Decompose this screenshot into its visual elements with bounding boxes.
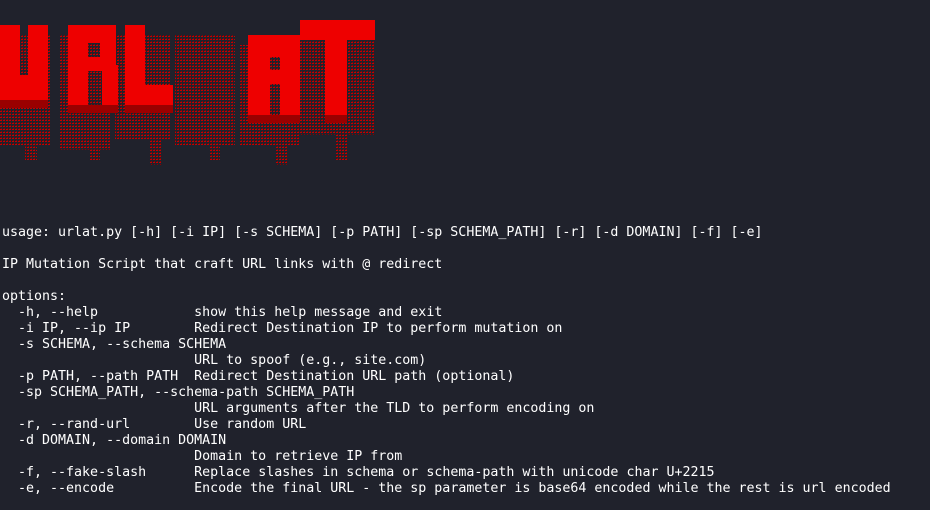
help-output: usage: urlat.py [-h] [-i IP] [-s SCHEMA]… (2, 225, 891, 497)
option-flags: -sp SCHEMA_PATH, --schema-path SCHEMA_PA… (2, 385, 355, 400)
option-flags: -i IP, --ip IP (2, 321, 131, 336)
options-header: options: (2, 289, 67, 304)
option-description: Replace slashes in schema or schema-path… (194, 465, 715, 480)
option-description: Redirect Destination IP to perform mutat… (194, 321, 563, 336)
option-description: Encode the final URL - the sp parameter … (194, 481, 891, 496)
option-ip: -i IP, --ip IP Redirect Destination IP t… (2, 321, 891, 337)
banner-letter-u (0, 75, 48, 100)
options-list: -h, --help show this help message and ex… (2, 305, 891, 497)
banner-shadow (0, 100, 48, 108)
banner-shadow (248, 115, 300, 123)
banner-shadow (125, 105, 173, 113)
option-flags: -f, --fake-slash (2, 465, 147, 480)
option-description: show this help message and exit (194, 305, 443, 320)
banner-drip (175, 35, 235, 145)
option-flags: -s SCHEMA, --schema SCHEMA (2, 337, 227, 352)
banner-drip (275, 125, 287, 165)
option-help: -h, --help show this help message and ex… (2, 305, 891, 321)
option-description: URL to spoof (e.g., site.com) (194, 353, 427, 368)
banner-drip (90, 125, 100, 160)
option-description: Domain to retrieve IP from (194, 449, 403, 464)
banner-letter-a (248, 70, 300, 84)
option-flags: -e, --encode (2, 481, 115, 496)
option-description: Use random URL (194, 417, 307, 432)
banner-shadow (325, 115, 347, 123)
usage-line: usage: urlat.py [-h] [-i IP] [-s SCHEMA]… (2, 225, 763, 240)
option-rand-url: -r, --rand-url Use random URL (2, 417, 891, 433)
option-description: Redirect Destination URL path (optional) (194, 369, 515, 384)
option-schema: -s SCHEMA, --schema SCHEMA (2, 337, 891, 353)
banner-letter-l (125, 85, 173, 105)
option-flags: -h, --help (2, 305, 99, 320)
urlat-ascii-banner (0, 20, 375, 165)
option-path: -p PATH, --path PATH Redirect Destinatio… (2, 369, 891, 385)
option-flags: -r, --rand-url (2, 417, 131, 432)
option-flags: -d DOMAIN, --domain DOMAIN (2, 433, 227, 448)
banner-letter-t (325, 20, 347, 115)
banner-drip (150, 125, 162, 165)
description-line: IP Mutation Script that craft URL links … (2, 257, 443, 272)
banner-drip (25, 115, 37, 160)
option-schema-path: -sp SCHEMA_PATH, --schema-path SCHEMA_PA… (2, 385, 891, 401)
option-fake-slash: -f, --fake-slash Replace slashes in sche… (2, 465, 891, 481)
option-flags: -p PATH, --path PATH (2, 369, 179, 384)
option-domain: -d DOMAIN, --domain DOMAIN (2, 433, 891, 449)
banner-drip (210, 135, 220, 160)
banner-glyphs (0, 20, 375, 165)
option-description: URL arguments after the TLD to perform e… (194, 401, 595, 416)
option-encode: -e, --encode Encode the final URL - the … (2, 481, 891, 497)
banner-shadow (68, 105, 118, 113)
terminal-window: usage: urlat.py [-h] [-i IP] [-s SCHEMA]… (0, 0, 930, 510)
banner-letter-r (102, 65, 118, 105)
